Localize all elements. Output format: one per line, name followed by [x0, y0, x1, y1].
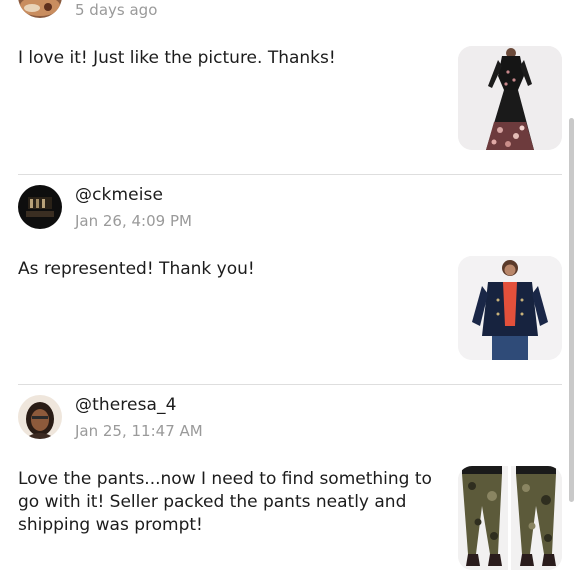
- user-photo-icon: [18, 395, 62, 439]
- camo-pants-icon: [458, 466, 562, 570]
- review-item: @theresa_4 Jan 25, 11:47 AM Love the pan…: [0, 395, 570, 580]
- divider: [18, 384, 562, 385]
- review-item: @ckmeise Jan 26, 4:09 PM As represented!…: [0, 185, 570, 385]
- scrollbar[interactable]: [569, 118, 574, 502]
- navy-jacket-icon: [458, 256, 562, 360]
- review-text: I love it! Just like the picture. Thanks…: [18, 48, 336, 68]
- review-time: Jan 26, 4:09 PM: [75, 212, 192, 230]
- user-avatar[interactable]: [18, 185, 62, 229]
- review-time: 5 days ago: [75, 1, 158, 19]
- review-feed: 5 days ago I love it! Just like the pict…: [0, 0, 580, 580]
- user-photo-icon: [18, 0, 62, 18]
- divider: [18, 174, 562, 175]
- user-avatar[interactable]: [18, 395, 62, 439]
- review-text: As represented! Thank you!: [18, 259, 255, 279]
- user-handle[interactable]: @ckmeise: [75, 185, 163, 205]
- user-photo-icon: [18, 185, 62, 229]
- review-text: Love the pants...now I need to find some…: [18, 469, 432, 535]
- user-handle[interactable]: @theresa_4: [75, 395, 177, 415]
- listing-thumbnail[interactable]: [458, 256, 562, 360]
- user-avatar[interactable]: [18, 0, 62, 18]
- review-item: 5 days ago I love it! Just like the pict…: [0, 0, 570, 172]
- floral-maxi-dress-icon: [458, 46, 562, 150]
- listing-thumbnail[interactable]: [458, 466, 562, 570]
- listing-thumbnail[interactable]: [458, 46, 562, 150]
- review-time: Jan 25, 11:47 AM: [75, 422, 203, 440]
